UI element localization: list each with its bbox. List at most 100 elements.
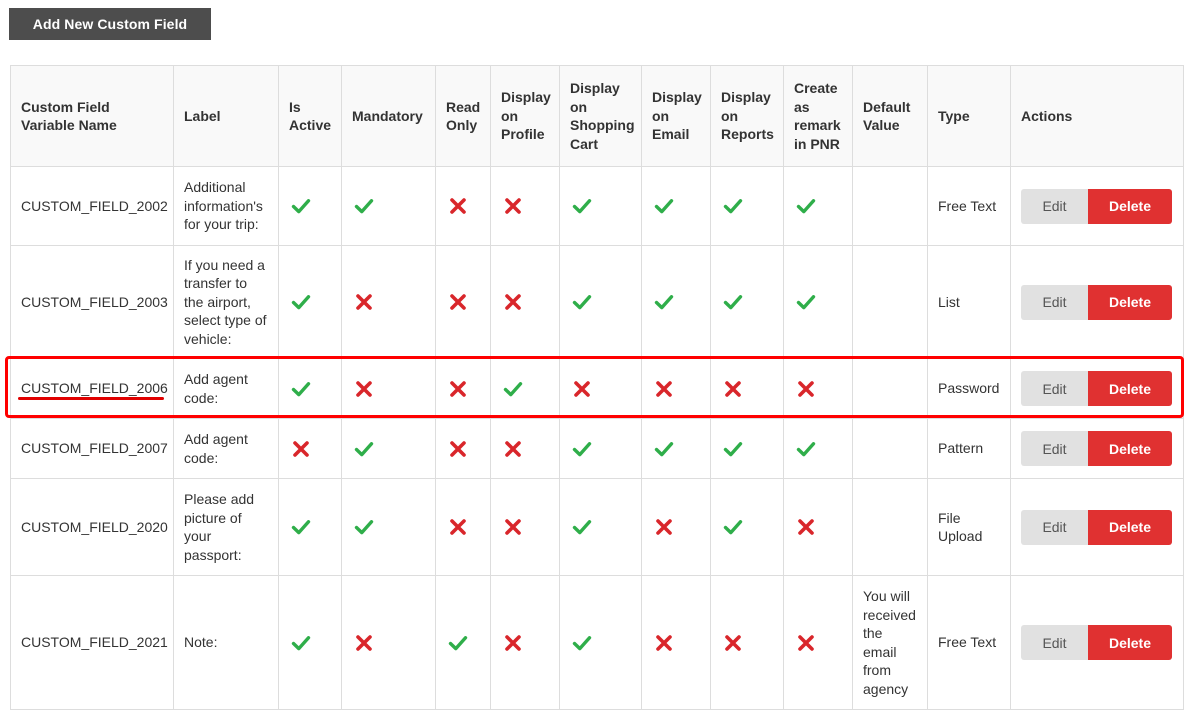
cell-display-on-email [641, 575, 711, 710]
cross-icon [654, 379, 674, 399]
cell-read-only [435, 166, 491, 246]
check-icon [723, 517, 743, 537]
cross-icon [503, 439, 523, 459]
cross-icon [354, 633, 374, 653]
header-create-as-remark: Create as remark in PNR [783, 65, 853, 167]
check-icon [796, 439, 816, 459]
cross-icon [796, 379, 816, 399]
custom-field-variable-name: CUSTOM_FIELD_2007 [10, 418, 174, 479]
delete-button[interactable]: Delete [1088, 284, 1172, 320]
cell-display-on-reports [710, 478, 784, 576]
delete-button[interactable]: Delete [1088, 431, 1172, 466]
check-icon [354, 517, 374, 537]
cell-display-on-shopping-cart [559, 358, 642, 419]
custom-field-label: Add agent code: [173, 358, 279, 419]
delete-button[interactable]: Delete [1088, 625, 1172, 660]
header-variable-name: Custom Field Variable Name [10, 65, 174, 167]
field-type: File Upload [927, 478, 1011, 576]
cell-display-on-profile [490, 478, 560, 576]
cell-display-on-email [641, 478, 711, 576]
table-header-row: Custom Field Variable Name Label Is Acti… [10, 65, 1184, 167]
cross-icon [654, 517, 674, 537]
field-type: List [927, 245, 1011, 359]
cell-create-as-remark [783, 575, 853, 710]
cell-display-on-shopping-cart [559, 478, 642, 576]
check-icon [654, 292, 674, 312]
header-label: Label [173, 65, 279, 167]
edit-button[interactable]: Edit [1021, 188, 1088, 224]
cell-mandatory [341, 358, 436, 419]
delete-button[interactable]: Delete [1088, 509, 1172, 545]
check-icon [572, 517, 592, 537]
delete-button[interactable]: Delete [1088, 371, 1172, 406]
check-icon [796, 196, 816, 216]
custom-field-label: Additional information's for your trip: [173, 166, 279, 246]
default-value [852, 166, 928, 246]
action-buttons: Edit Delete [1021, 509, 1173, 545]
edit-button[interactable]: Edit [1021, 625, 1088, 660]
cell-display-on-email [641, 166, 711, 246]
cell-display-on-profile [490, 575, 560, 710]
cell-is-active [278, 478, 342, 576]
cross-icon [503, 196, 523, 216]
actions-cell: Edit Delete [1010, 478, 1184, 576]
cell-is-active [278, 575, 342, 710]
header-mandatory: Mandatory [341, 65, 436, 167]
custom-field-variable-name: CUSTOM_FIELD_2006 [10, 358, 174, 419]
cell-read-only [435, 478, 491, 576]
delete-button[interactable]: Delete [1088, 188, 1172, 224]
default-value [852, 478, 928, 576]
edit-button[interactable]: Edit [1021, 284, 1088, 320]
check-icon [572, 292, 592, 312]
table-row: CUSTOM_FIELD_2006 Add agent code: Password… [10, 358, 1184, 419]
custom-field-label: Note: [173, 575, 279, 710]
header-is-active: Is Active [278, 65, 342, 167]
custom-field-label: If you need a transfer to the airport, s… [173, 245, 279, 359]
cell-is-active [278, 358, 342, 419]
field-type: Password [927, 358, 1011, 419]
check-icon [572, 196, 592, 216]
default-value [852, 245, 928, 359]
header-display-on-profile: Display on Profile [490, 65, 560, 167]
custom-field-variable-name: CUSTOM_FIELD_2003 [10, 245, 174, 359]
check-icon [291, 517, 311, 537]
cross-icon [448, 379, 468, 399]
custom-field-label: Please add picture of your passport: [173, 478, 279, 576]
cross-icon [503, 633, 523, 653]
add-new-custom-field-button[interactable]: Add New Custom Field [9, 8, 211, 40]
custom-field-variable-name: CUSTOM_FIELD_2020 [10, 478, 174, 576]
cross-icon [654, 633, 674, 653]
cross-icon [796, 517, 816, 537]
check-icon [354, 196, 374, 216]
custom-field-variable-name: CUSTOM_FIELD_2021 [10, 575, 174, 710]
header-read-only: Read Only [435, 65, 491, 167]
cell-display-on-shopping-cart [559, 245, 642, 359]
table-row: CUSTOM_FIELD_2007 Add agent code: Pattern E… [10, 418, 1184, 479]
cell-is-active [278, 245, 342, 359]
cell-mandatory [341, 575, 436, 710]
cell-display-on-shopping-cart [559, 166, 642, 246]
actions-cell: Edit Delete [1010, 575, 1184, 710]
cell-read-only [435, 245, 491, 359]
cross-icon [723, 379, 743, 399]
check-icon [654, 439, 674, 459]
cell-display-on-reports [710, 418, 784, 479]
actions-cell: Edit Delete [1010, 358, 1184, 419]
edit-button[interactable]: Edit [1021, 371, 1088, 406]
check-icon [723, 439, 743, 459]
check-icon [291, 196, 311, 216]
check-icon [354, 439, 374, 459]
edit-button[interactable]: Edit [1021, 509, 1088, 545]
cell-create-as-remark [783, 166, 853, 246]
header-display-on-shopping-cart: Display on Shopping Cart [559, 65, 642, 167]
check-icon [291, 292, 311, 312]
cross-icon [503, 292, 523, 312]
edit-button[interactable]: Edit [1021, 431, 1088, 466]
actions-cell: Edit Delete [1010, 245, 1184, 359]
cell-display-on-profile [490, 166, 560, 246]
default-value [852, 358, 928, 419]
action-buttons: Edit Delete [1021, 431, 1173, 466]
cell-display-on-profile [490, 358, 560, 419]
check-icon [572, 439, 592, 459]
cross-icon [448, 292, 468, 312]
